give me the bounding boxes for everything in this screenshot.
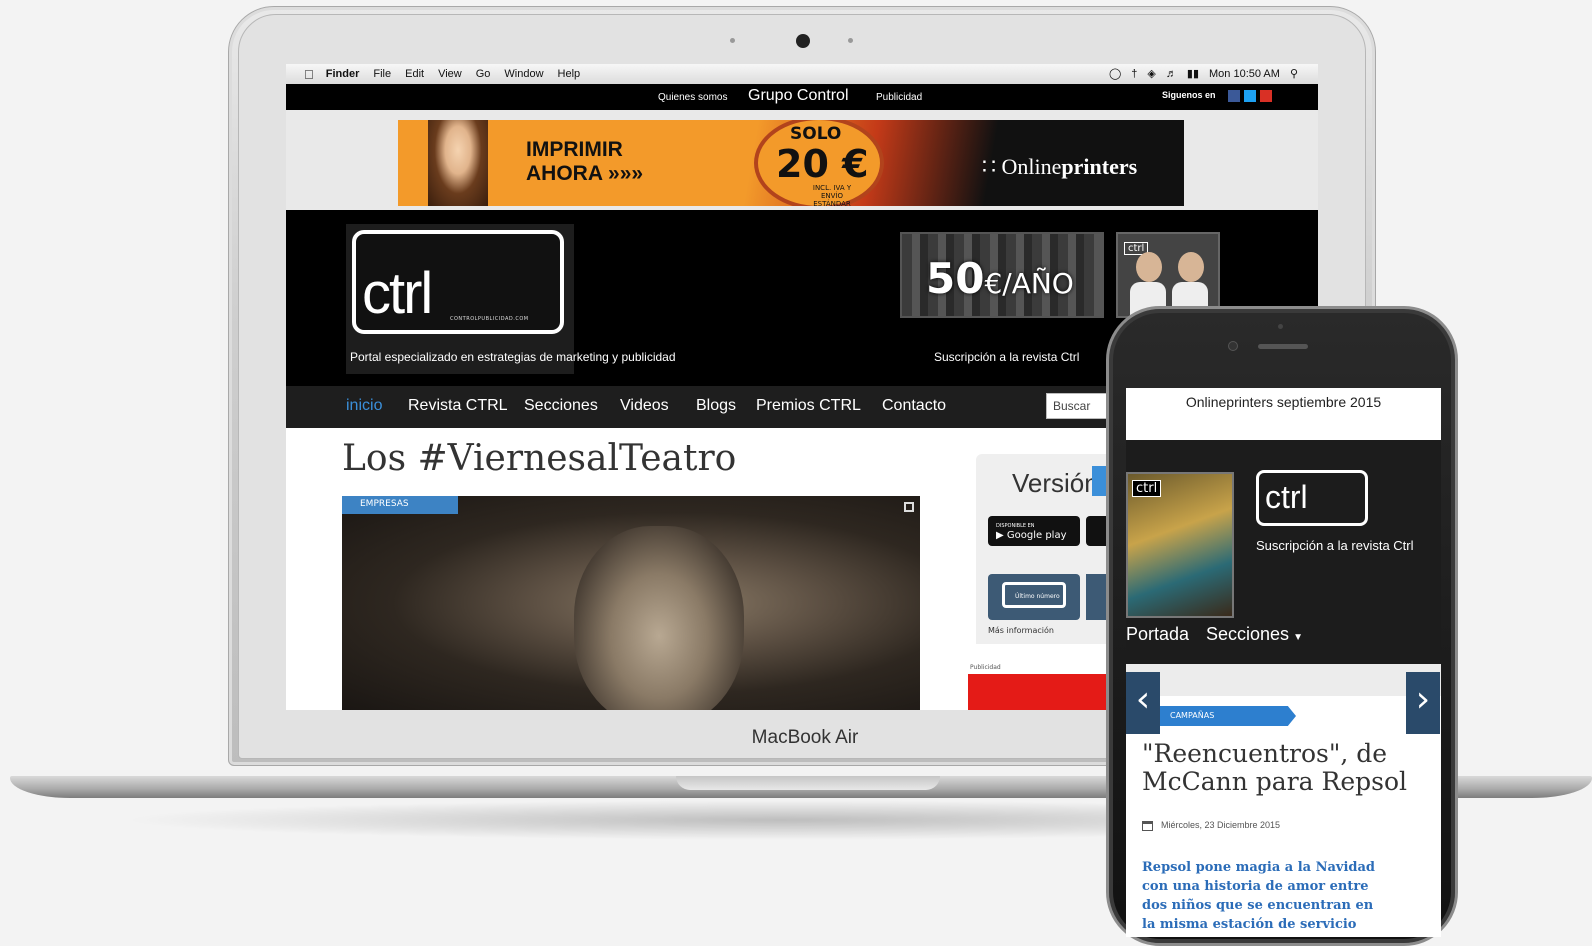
phone-nav-secciones-label: Secciones bbox=[1206, 624, 1290, 644]
phone-magazine-cover[interactable]: ctrl bbox=[1126, 472, 1234, 618]
twitter-icon[interactable] bbox=[1244, 90, 1256, 102]
app-store-button[interactable] bbox=[1086, 516, 1106, 546]
article-title[interactable]: Los #ViernesalTeatro bbox=[342, 438, 736, 479]
version-title: Versión bbox=[1012, 468, 1099, 498]
mas-informacion-link[interactable]: Más información bbox=[988, 626, 1054, 635]
laptop-sensor-left bbox=[730, 38, 735, 43]
phone-slider-top bbox=[1126, 664, 1441, 696]
menu-file[interactable]: File bbox=[373, 68, 391, 80]
banner-inc: INCL. IVA Y ENVÍO ESTÁNDAR bbox=[812, 184, 852, 206]
chat-icon[interactable]: ◯ bbox=[1109, 67, 1121, 80]
banner-ahora-text: AHORA »»» bbox=[526, 162, 644, 185]
phone-nav-secciones[interactable]: Secciones ▼ bbox=[1206, 624, 1303, 645]
play-icon: ▶ bbox=[996, 530, 1007, 541]
google-play-label: Google play bbox=[1006, 530, 1067, 541]
onlineprinters-banner[interactable]: IMPRIMIR AHORA »»» SOLO 20 € INCL. IVA Y… bbox=[398, 120, 1184, 206]
siguenos-label: Siguenos en bbox=[1162, 90, 1216, 100]
expand-icon[interactable] bbox=[904, 502, 914, 512]
phone-camera bbox=[1228, 341, 1238, 351]
phone-excerpt[interactable]: Repsol pone magia a la Navidad con una h… bbox=[1142, 858, 1382, 934]
publicidad-link[interactable]: Publicidad bbox=[876, 92, 922, 103]
phone-title: Onlineprinters septiembre 2015 bbox=[1126, 388, 1441, 440]
banner-imprimir: IMPRIMIR AHORA »»» bbox=[526, 138, 643, 186]
ad-50-small: €/AÑO bbox=[984, 267, 1074, 300]
wifi-icon[interactable]: ◈ bbox=[1147, 67, 1155, 80]
slider-prev-arrow-icon[interactable]: ‹ bbox=[1126, 672, 1160, 734]
phone-cover-label: ctrl bbox=[1132, 480, 1162, 497]
phone-sensor bbox=[1278, 324, 1283, 329]
ad-50-euro[interactable]: 50€/AÑO bbox=[900, 232, 1104, 318]
sidebar-publicidad-label: Publicidad bbox=[970, 664, 1001, 671]
site-topbar: Quienes somos Grupo Control Publicidad S… bbox=[286, 84, 1318, 110]
article-tag[interactable]: EMPRESAS bbox=[342, 496, 458, 514]
ultimo-numero-label: Último número bbox=[1002, 582, 1066, 608]
brand-b: printers bbox=[1061, 154, 1138, 179]
ultimo-numero-button-2[interactable] bbox=[1086, 574, 1106, 620]
phone-nav-portada[interactable]: Portada bbox=[1126, 624, 1189, 645]
battery-icon[interactable]: ▮▮ bbox=[1187, 67, 1199, 80]
ad-50-text: 50€/AÑO bbox=[926, 254, 1074, 303]
macbook-label: MacBook Air bbox=[751, 727, 859, 748]
banner-woman-image bbox=[428, 120, 488, 206]
menu-view[interactable]: View bbox=[438, 68, 462, 80]
phone-ctrl-logo[interactable]: ctrl bbox=[1256, 470, 1368, 526]
bluetooth-icon[interactable]: † bbox=[1131, 68, 1137, 80]
banner-solo: SOLO bbox=[790, 124, 842, 144]
phone-speaker bbox=[1258, 344, 1308, 349]
nav-videos[interactable]: Videos bbox=[620, 397, 669, 415]
logo-dots-icon: ∷ bbox=[982, 154, 1002, 179]
phone-screen: Onlineprinters septiembre 2015 ctrl ctrl… bbox=[1126, 388, 1441, 937]
google-play-button[interactable]: DISPONIBLE EN ▶ Google play bbox=[988, 516, 1080, 546]
suscripcion-link[interactable]: Suscripción a la revista Ctrl bbox=[934, 350, 1079, 364]
quienes-link[interactable]: Quienes somos bbox=[658, 92, 727, 103]
volume-icon[interactable]: ♬ bbox=[1166, 68, 1177, 80]
menubar-clock[interactable]: Mon 10:50 AM bbox=[1209, 68, 1280, 80]
apple-icon[interactable]:  bbox=[304, 67, 314, 82]
laptop-notch bbox=[676, 776, 940, 790]
search-input[interactable]: Buscar bbox=[1046, 393, 1108, 419]
grupo-control-link[interactable]: Grupo Control bbox=[748, 87, 849, 105]
phone-category-tag[interactable]: CAMPAÑAS bbox=[1160, 706, 1296, 726]
nav-contacto[interactable]: Contacto bbox=[882, 397, 946, 415]
slider-next-arrow-icon[interactable]: › bbox=[1406, 672, 1440, 734]
nav-premios-ctrl[interactable]: Premios CTRL bbox=[756, 397, 861, 415]
brand-a: Online bbox=[1001, 154, 1062, 179]
banner-price: 20 € bbox=[776, 142, 869, 186]
nav-inicio[interactable]: inicio bbox=[346, 397, 382, 415]
chevron-down-icon: ▼ bbox=[1293, 632, 1303, 643]
mac-menubar:  Finder File Edit View Go Window Help ◯… bbox=[286, 64, 1318, 84]
sidebar-red-ad[interactable] bbox=[968, 674, 1108, 710]
menu-finder[interactable]: Finder bbox=[326, 68, 360, 80]
phone-date-text: Miércoles, 23 Diciembre 2015 bbox=[1161, 820, 1281, 830]
site-tagline: Portal especializado en estrategias de m… bbox=[350, 350, 676, 364]
laptop-camera bbox=[796, 34, 810, 48]
phone-date: Miércoles, 23 Diciembre 2015 bbox=[1142, 820, 1280, 831]
ad-guy-head-2 bbox=[1178, 252, 1204, 282]
banner-imprimir-text: IMPRIMIR bbox=[526, 138, 623, 161]
menu-go[interactable]: Go bbox=[476, 68, 491, 80]
menu-help[interactable]: Help bbox=[558, 68, 581, 80]
photo-face bbox=[574, 526, 744, 710]
laptop-sensor-right bbox=[848, 38, 853, 43]
calendar-icon bbox=[1142, 820, 1153, 831]
ad-50-big: 50 bbox=[926, 254, 985, 303]
spotlight-icon[interactable]: ⚲ bbox=[1290, 67, 1298, 80]
menubar-status: ◯ † ◈ ♬ ▮▮ Mon 10:50 AM ⚲ bbox=[1109, 67, 1298, 81]
ultimo-numero-button[interactable]: Último número bbox=[988, 574, 1080, 620]
menu-window[interactable]: Window bbox=[504, 68, 543, 80]
menu-edit[interactable]: Edit bbox=[405, 68, 424, 80]
ctrl-logo-text: ctrl bbox=[362, 261, 433, 326]
youtube-icon[interactable] bbox=[1260, 90, 1272, 102]
ad-guy-head-1 bbox=[1136, 252, 1162, 282]
nav-revista-ctrl[interactable]: Revista CTRL bbox=[408, 397, 508, 415]
nav-blogs[interactable]: Blogs bbox=[696, 397, 736, 415]
phone-headline[interactable]: "Reencuentros", de McCann para Repsol bbox=[1142, 740, 1432, 796]
article-photo[interactable]: EMPRESAS bbox=[342, 496, 920, 710]
onlineprinters-logo: ∷ Onlineprinters bbox=[982, 154, 1137, 180]
ctrl-logo-sub: CONTROLPUBLICIDAD.COM bbox=[450, 316, 529, 322]
nav-secciones[interactable]: Secciones bbox=[524, 397, 598, 415]
facebook-icon[interactable] bbox=[1228, 90, 1240, 102]
phone-suscripcion-link[interactable]: Suscripción a la revista Ctrl bbox=[1256, 538, 1414, 553]
